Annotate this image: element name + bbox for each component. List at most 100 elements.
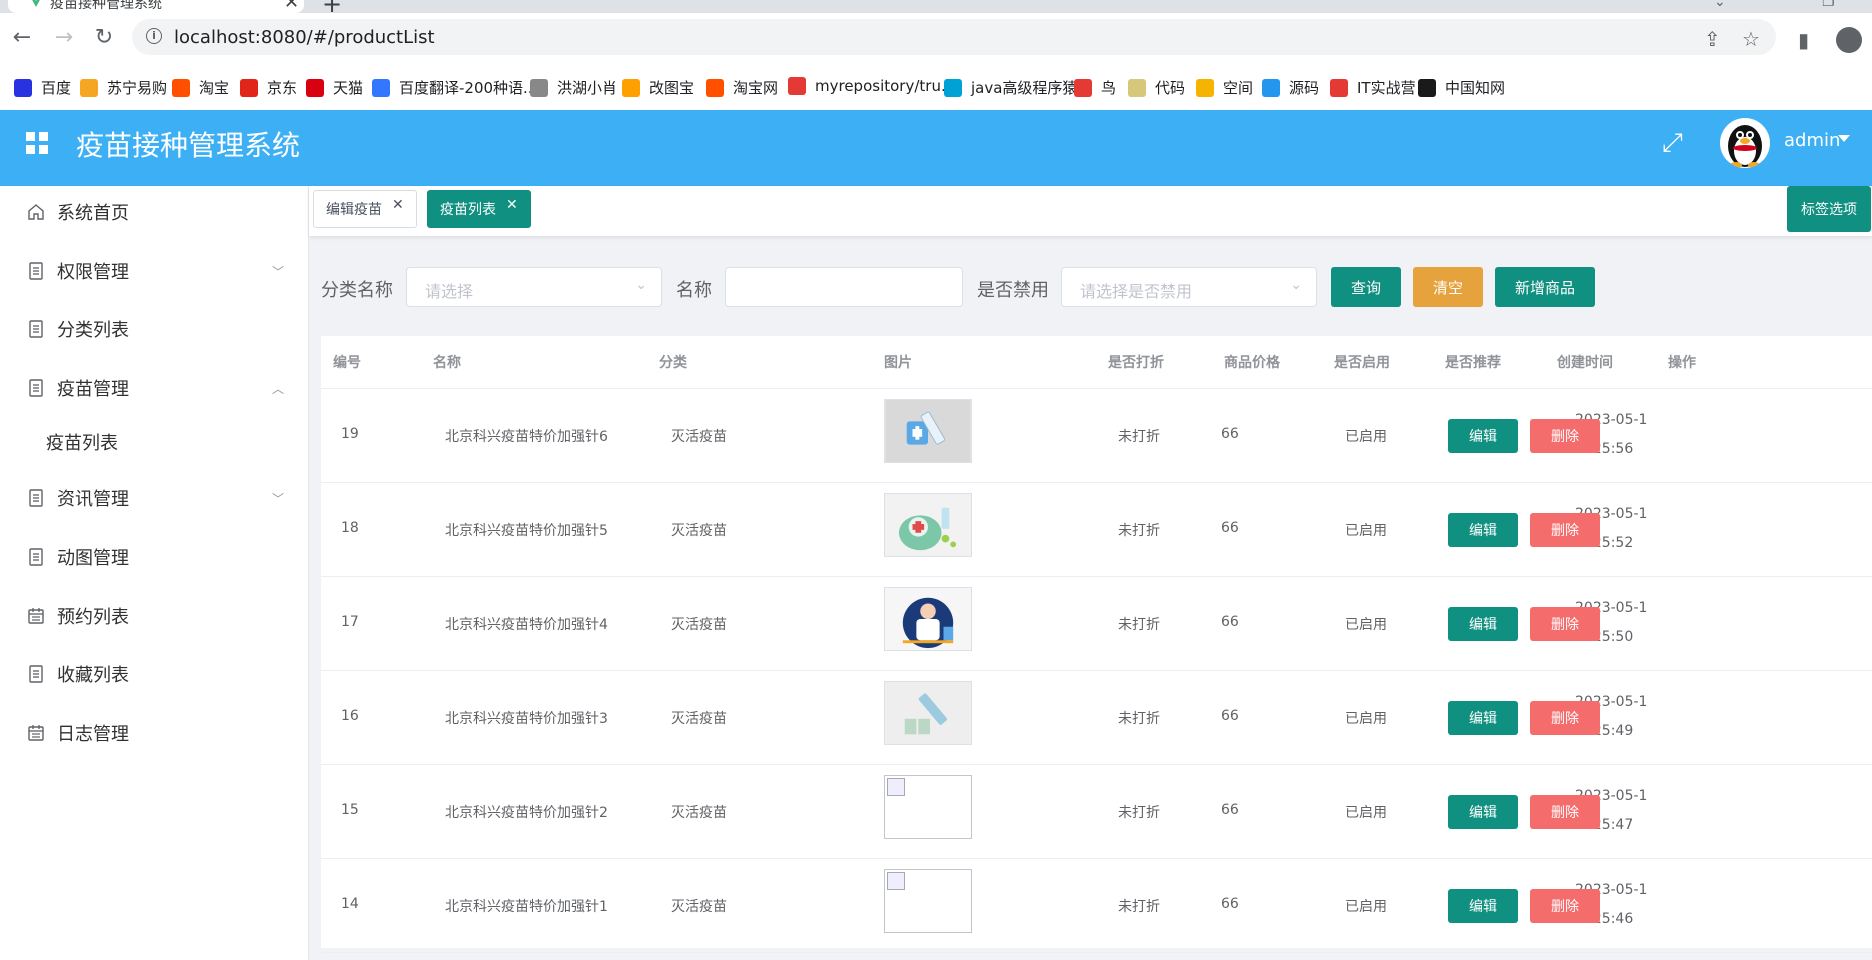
side-panel-icon[interactable]: ▮ xyxy=(1798,28,1809,52)
delete-button[interactable]: 删除 xyxy=(1530,607,1600,641)
profile-avatar[interactable] xyxy=(1836,27,1862,53)
disabled-select[interactable]: 请选择是否禁用 ⌄ xyxy=(1061,267,1317,307)
sidebar-item-label: 系统首页 xyxy=(57,203,129,224)
user-caret-down-icon[interactable] xyxy=(1838,135,1850,142)
chevron-down-icon: ﹀ xyxy=(272,264,285,279)
tag-edit-vaccine[interactable]: 编辑疫苗 ✕ xyxy=(313,190,417,228)
cell-name: 北京科兴疫苗特价加强针4 xyxy=(445,617,608,633)
bookmark-item[interactable]: 淘宝网 xyxy=(706,77,778,98)
fullscreen-icon[interactable]: ⤢ xyxy=(1662,128,1683,159)
bookmark-item[interactable]: myrepository/tru... xyxy=(788,77,955,95)
edit-button[interactable]: 编辑 xyxy=(1448,701,1518,735)
tab-search-icon[interactable]: ⌄ xyxy=(1714,0,1726,10)
category-placeholder: 请选择 xyxy=(425,282,474,301)
sidebar-item[interactable]: 动图管理 xyxy=(0,531,308,583)
tags-bar: 编辑疫苗 ✕ 疫苗列表 ✕ 标签选项 xyxy=(309,186,1872,236)
sidebar-item[interactable]: 权限管理 ﹀ xyxy=(0,245,308,297)
sidebar-item[interactable]: 资讯管理 ﹀ xyxy=(0,472,308,524)
edit-button[interactable]: 编辑 xyxy=(1448,607,1518,641)
bookmark-item[interactable]: 淘宝 xyxy=(172,77,229,98)
tab-close-icon[interactable]: ✕ xyxy=(284,0,299,13)
bookmark-item[interactable]: 天猫 xyxy=(306,77,363,98)
bookmark-label: 天猫 xyxy=(333,79,364,97)
name-input[interactable] xyxy=(725,267,963,307)
bookmark-label: 淘宝 xyxy=(199,79,230,97)
bookmark-item[interactable]: 中国知网 xyxy=(1418,77,1505,98)
add-product-button[interactable]: 新增商品 xyxy=(1495,267,1595,307)
bookmark-item[interactable]: 空间 xyxy=(1196,77,1253,98)
bookmark-item[interactable]: java高级程序猿 xyxy=(944,77,1077,98)
sidebar-item[interactable]: 疫苗管理 ︿ xyxy=(0,362,308,414)
bookmark-item[interactable]: IT实战营 xyxy=(1330,77,1416,98)
gaitubao-icon xyxy=(622,78,640,97)
delete-button[interactable]: 删除 xyxy=(1530,419,1600,453)
cell-discount: 未打折 xyxy=(1118,805,1160,821)
sidebar-item[interactable]: 日志管理 xyxy=(0,707,308,759)
delete-button[interactable]: 删除 xyxy=(1530,701,1600,735)
cell-category: 灭活疫苗 xyxy=(671,523,727,539)
user-avatar[interactable] xyxy=(1720,118,1770,168)
bookmark-item[interactable]: 代码 xyxy=(1128,77,1185,98)
username[interactable]: admin xyxy=(1784,130,1840,151)
column-header-id: 编号 xyxy=(333,355,361,371)
menu-grid-icon[interactable] xyxy=(26,132,48,154)
sidebar-subitem[interactable]: 疫苗列表 xyxy=(0,416,308,468)
sidebar-item-label: 预约列表 xyxy=(57,607,129,628)
broken-image xyxy=(884,775,972,839)
bookmark-star-icon[interactable]: ☆ xyxy=(1742,27,1760,51)
chrome-icon xyxy=(788,77,806,95)
sidebar-item[interactable]: 预约列表 xyxy=(0,590,308,642)
cell-enabled: 已启用 xyxy=(1345,429,1387,445)
main-content: 编辑疫苗 ✕ 疫苗列表 ✕ 标签选项 分类名称 请选择 ⌄ 名称 是否禁用 请选… xyxy=(309,186,1872,960)
query-button[interactable]: 查询 xyxy=(1331,267,1401,307)
cell-category: 灭活疫苗 xyxy=(671,805,727,821)
translate-icon xyxy=(372,78,390,97)
bookmark-item[interactable]: 百度翻译-200种语... xyxy=(372,77,537,98)
bookmark-item[interactable]: 源码 xyxy=(1262,77,1319,98)
sidebar-item[interactable]: 分类列表 xyxy=(0,303,308,355)
share-icon[interactable]: ⇪ xyxy=(1704,27,1721,51)
home-icon xyxy=(26,202,46,222)
qzone-icon xyxy=(1196,78,1214,97)
browser-tab[interactable]: 疫苗接种管理系统 ✕ xyxy=(8,0,304,13)
delete-button[interactable]: 删除 xyxy=(1530,513,1600,547)
edit-button[interactable]: 编辑 xyxy=(1448,889,1518,923)
delete-button[interactable]: 删除 xyxy=(1530,889,1600,923)
bookmark-item[interactable]: 洪湖小肖 xyxy=(530,77,617,98)
edit-button[interactable]: 编辑 xyxy=(1448,513,1518,547)
address-bar[interactable]: i localhost:8080/#/productList ⇪ ☆ xyxy=(132,19,1776,55)
forward-icon[interactable]: → xyxy=(50,23,78,51)
cell-category: 灭活疫苗 xyxy=(671,429,727,445)
reload-icon[interactable]: ↻ xyxy=(90,23,118,51)
table-header: 编号 名称 分类 图片 是否打折 商品价格 是否启用 是否推荐 创建时间 操作 xyxy=(321,336,1872,389)
bookmark-item[interactable]: 改图宝 xyxy=(622,77,694,98)
window-restore-icon[interactable]: ❐ xyxy=(1822,0,1835,10)
new-tab-icon[interactable]: + xyxy=(322,0,342,13)
tag-close-icon[interactable]: ✕ xyxy=(506,197,518,213)
cell-name: 北京科兴疫苗特价加强针5 xyxy=(445,523,608,539)
tag-close-icon[interactable]: ✕ xyxy=(392,197,404,213)
category-select[interactable]: 请选择 ⌄ xyxy=(406,267,662,307)
edit-button[interactable]: 编辑 xyxy=(1448,795,1518,829)
bookmark-item[interactable]: 京东 xyxy=(240,77,297,98)
sidebar-item[interactable]: 收藏列表 xyxy=(0,648,308,700)
bookmark-label: 淘宝网 xyxy=(733,79,779,97)
bookmark-item[interactable]: 百度 xyxy=(14,77,71,98)
bookmark-item[interactable]: 鸟 xyxy=(1074,77,1116,98)
table-row: 19北京科兴疫苗特价加强针6灭活疫苗未打折66已启用已推荐2023-05-15 … xyxy=(321,389,1872,483)
broken-image-icon xyxy=(887,778,905,796)
tag-options-button[interactable]: 标签选项 xyxy=(1787,186,1871,232)
sidebar-item[interactable]: 系统首页 xyxy=(0,186,308,238)
search-bar: 分类名称 请选择 ⌄ 名称 是否禁用 请选择是否禁用 ⌄ 查询 清空 新增商品 xyxy=(309,242,1872,332)
clear-button[interactable]: 清空 xyxy=(1413,267,1483,307)
back-icon[interactable]: ← xyxy=(8,23,36,51)
edit-button[interactable]: 编辑 xyxy=(1448,419,1518,453)
column-header-discount: 是否打折 xyxy=(1108,355,1164,371)
tag-vaccine-list[interactable]: 疫苗列表 ✕ xyxy=(427,190,531,228)
bookmark-item[interactable]: 苏宁易购 xyxy=(80,77,167,98)
chevron-up-icon: ︿ xyxy=(272,381,285,396)
cell-discount: 未打折 xyxy=(1118,617,1160,633)
bookmark-label: 中国知网 xyxy=(1445,79,1506,97)
delete-button[interactable]: 删除 xyxy=(1530,795,1600,829)
site-info-icon[interactable]: i xyxy=(146,28,162,44)
